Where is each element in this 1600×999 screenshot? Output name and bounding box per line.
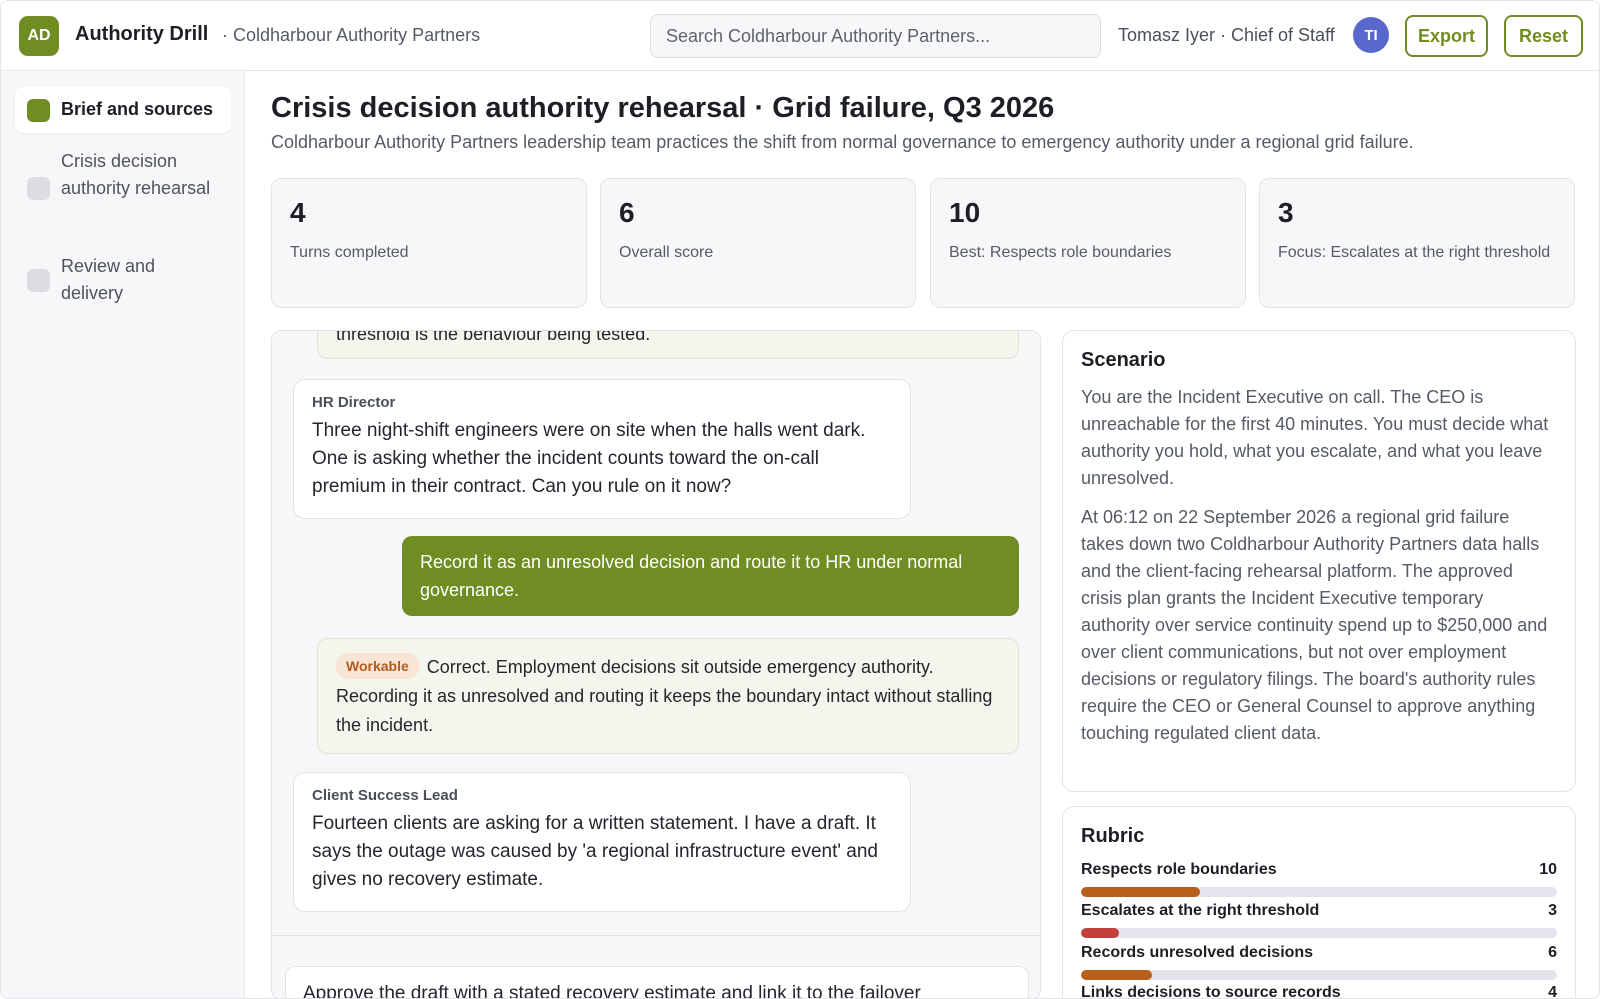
rubric-label: Escalates at the right threshold <box>1081 902 1320 919</box>
stat-label: Focus: Escalates at the right threshold <box>1278 244 1551 261</box>
rubric-score: 6 <box>1548 944 1557 961</box>
sidebar-item-label: Brief and sources <box>61 99 214 119</box>
user-name: Tomasz Iyer · Chief of Staff <box>1118 25 1335 45</box>
sidebar: Brief and sources Crisis decision author… <box>1 71 245 998</box>
rubric-row: Escalates at the right threshold 3 <box>1081 902 1557 942</box>
user-response-bubble: Record it as an unresolved decision and … <box>402 536 1019 616</box>
stat-value: 10 <box>949 197 981 228</box>
sidebar-item-crisis-decision-authority-rehearsal[interactable]: Crisis decision authority rehearsal <box>15 147 231 231</box>
org-name: · Coldharbour Authority Partners <box>222 25 481 45</box>
scenario-detail: At 06:12 on 22 September 2026 a regional… <box>1081 507 1548 743</box>
rubric-bar-fill <box>1081 970 1153 980</box>
scenario-title: Scenario <box>1081 349 1166 371</box>
rubric-label: Links decisions to source records <box>1081 984 1341 999</box>
stat-label: Best: Respects role boundaries <box>949 244 1172 261</box>
message-role: Client Success Lead <box>312 787 458 804</box>
message-card: HR Director Three night-shift engineers … <box>293 379 911 519</box>
rubric-row: Links decisions to source records 4 <box>1081 984 1557 999</box>
stat-card-score: 6 Overall score <box>600 178 916 308</box>
page-title: Crisis decision authority rehearsal · Gr… <box>271 92 1055 124</box>
stat-card-turns: 4 Turns completed <box>271 178 587 308</box>
search-input[interactable] <box>650 14 1101 58</box>
step-check-icon <box>27 177 50 200</box>
sidebar-item-label: Review and delivery <box>61 256 156 303</box>
rubric-title: Rubric <box>1081 825 1145 847</box>
stat-card-best: 10 Best: Respects role boundaries <box>930 178 1246 308</box>
rubric-row: Records unresolved decisions 6 <box>1081 944 1557 984</box>
stat-value: 4 <box>290 197 306 228</box>
feedback-text: threshold is the behaviour being tested. <box>336 331 651 344</box>
sidebar-item-review-and-delivery[interactable]: Review and delivery <box>15 252 231 310</box>
sidebar-item-brief-and-sources[interactable]: Brief and sources <box>15 87 231 133</box>
feedback-card: threshold is the behaviour being tested. <box>317 331 1019 359</box>
app-name: Authority Drill <box>75 23 209 45</box>
top-bar: AD Authority Drill · Coldharbour Authori… <box>1 1 1599 71</box>
rubric-bar-fill <box>1081 928 1120 938</box>
sidebar-item-label: Crisis decision authority rehearsal <box>61 151 211 198</box>
rubric-label: Respects role boundaries <box>1081 861 1277 878</box>
feedback-text: Correct. Employment decisions sit outsid… <box>336 657 993 735</box>
step-check-icon <box>27 269 50 292</box>
stat-label: Turns completed <box>290 244 409 261</box>
rubric-score: 4 <box>1548 984 1557 999</box>
chat-transcript[interactable]: threshold is the behaviour being tested.… <box>272 331 1040 935</box>
avatar[interactable]: TI <box>1353 17 1389 53</box>
app-logo: AD <box>19 16 59 56</box>
message-text: Three night-shift engineers were on site… <box>312 420 866 497</box>
stat-label: Overall score <box>619 244 714 261</box>
stat-card-focus: 3 Focus: Escalates at the right threshol… <box>1259 178 1575 308</box>
rubric-card: Rubric Respects role boundaries 10 Escal… <box>1062 806 1576 999</box>
stat-value: 3 <box>1278 197 1294 228</box>
scenario-intro: You are the Incident Executive on call. … <box>1081 387 1549 488</box>
chat-panel: threshold is the behaviour being tested.… <box>271 330 1041 998</box>
divider <box>272 935 1040 936</box>
rubric-bar-fill <box>1081 887 1200 897</box>
step-check-icon <box>27 99 50 122</box>
rubric-bar <box>1081 928 1557 938</box>
message-role: HR Director <box>312 394 396 411</box>
rubric-row: Respects role boundaries 10 <box>1081 861 1557 901</box>
reset-button[interactable]: Reset <box>1504 15 1583 57</box>
rubric-label: Records unresolved decisions <box>1081 944 1314 961</box>
page-subtitle: Coldharbour Authority Partners leadershi… <box>271 132 1414 152</box>
message-text: Fourteen clients are asking for a writte… <box>312 813 878 890</box>
app-window: AD Authority Drill · Coldharbour Authori… <box>0 0 1600 999</box>
export-button[interactable]: Export <box>1405 15 1488 57</box>
feedback-card: Workable Correct. Employment decisions si… <box>317 638 1019 754</box>
rubric-bar <box>1081 970 1557 980</box>
rubric-score: 3 <box>1548 902 1557 919</box>
message-card: Client Success Lead Fourteen clients are… <box>293 772 911 912</box>
stat-value: 6 <box>619 197 635 228</box>
scenario-card: Scenario You are the Incident Executive … <box>1062 330 1576 792</box>
rubric-bar <box>1081 887 1557 897</box>
workable-badge: Workable <box>336 653 419 679</box>
response-input[interactable]: Approve the draft with a stated recovery… <box>285 966 1029 998</box>
rubric-score: 10 <box>1539 861 1557 878</box>
